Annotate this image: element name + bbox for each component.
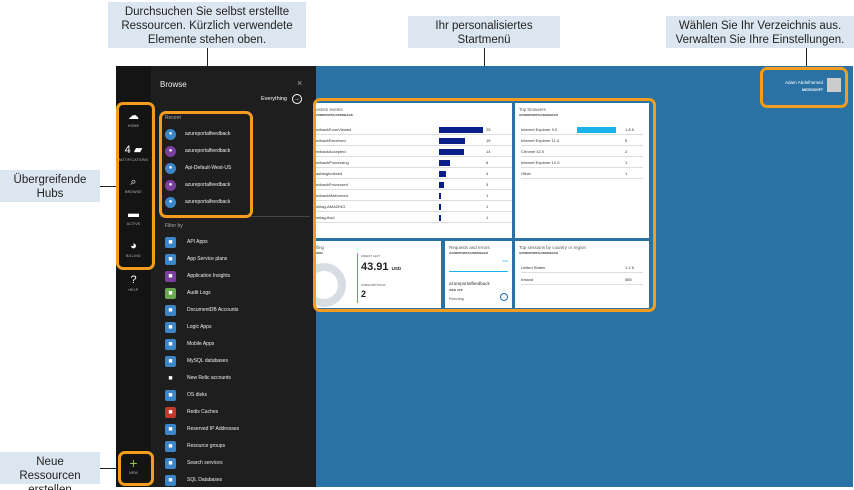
filter-item-label: Application Insights <box>187 273 231 279</box>
filter-item-label: Reserved IP Addresses <box>187 426 240 432</box>
mysql-icon: ■ <box>165 356 176 367</box>
filter-item[interactable]: ■ OS disks <box>165 388 305 404</box>
filter-item-label: Mobile Apps <box>187 341 215 347</box>
screenshot-stage: Durchsuchen Sie selbst erstellte Ressour… <box>0 0 854 490</box>
filter-item[interactable]: ■ Logic Apps <box>165 320 305 336</box>
highlight-startboard <box>313 98 656 312</box>
filter-item-label: Audit Logs <box>187 290 211 296</box>
resource-group-icon: ■ <box>165 441 176 452</box>
mobile-apps-icon: ■ <box>165 339 176 350</box>
filter-item-label: API Apps <box>187 239 208 245</box>
filter-item[interactable]: ■ API Apps <box>165 235 305 251</box>
filter-item-label: Resource groups <box>187 443 226 449</box>
hub-help[interactable]: ? HELP <box>116 274 151 292</box>
redis-icon: ■ <box>165 407 176 418</box>
callout-line-directory <box>806 48 807 68</box>
filter-item-label: New Relic accounts <box>187 375 231 381</box>
filter-item[interactable]: ■ Application Insights <box>165 269 305 285</box>
callout-directory: Wählen Sie Ihr Verzeichnis aus. Verwalte… <box>666 16 854 48</box>
filter-item[interactable]: ■ App Service plans <box>165 252 305 268</box>
app-service-plan-icon: ■ <box>165 254 176 265</box>
highlight-hubs <box>116 102 155 270</box>
filter-item[interactable]: ■ MySQL databases <box>165 354 305 370</box>
filter-item-label: Search services <box>187 460 223 466</box>
filter-item-label: Redis Caches <box>187 409 219 415</box>
documentdb-icon: ■ <box>165 305 176 316</box>
ip-address-icon: ■ <box>165 424 176 435</box>
filter-item[interactable]: ■ Reserved IP Addresses <box>165 422 305 438</box>
filter-item-label: MySQL databases <box>187 358 228 364</box>
logic-apps-icon: ■ <box>165 322 176 333</box>
filter-item[interactable]: ■ DocumentDB Accounts <box>165 303 305 319</box>
callout-global-hubs: Übergreifende Hubs <box>0 170 100 202</box>
audit-logs-icon: ■ <box>165 288 176 299</box>
callout-personal-startboard: Ihr personalisiertes Startmenü <box>408 16 560 48</box>
filter-item[interactable]: ■ Redis Caches <box>165 405 305 421</box>
highlight-new <box>118 451 154 486</box>
close-icon[interactable]: × <box>297 78 302 88</box>
filter-item[interactable]: ■ Resource groups <box>165 439 305 455</box>
filter-item[interactable]: ■ Search services <box>165 456 305 472</box>
filter-item[interactable]: ■ Audit Logs <box>165 286 305 302</box>
filter-item-label: App Service plans <box>187 256 228 262</box>
browse-title: Browse <box>160 80 187 89</box>
new-relic-icon: ■ <box>165 373 176 384</box>
hub-help-label: HELP <box>128 288 139 292</box>
filter-label: Filter by <box>165 223 183 229</box>
filter-item-label: DocumentDB Accounts <box>187 307 239 313</box>
filter-item-label: SQL Databases <box>187 477 223 483</box>
filter-item[interactable]: ■ New Relic accounts <box>165 371 305 387</box>
callout-line-hubs <box>100 186 116 187</box>
filter-item-label: OS disks <box>187 392 208 398</box>
help-icon: ? <box>130 274 137 286</box>
disk-icon: ■ <box>165 390 176 401</box>
arrow-right-icon[interactable]: → <box>292 94 302 104</box>
callout-browse-resources: Durchsuchen Sie selbst erstellte Ressour… <box>108 2 306 48</box>
filter-item[interactable]: ■ Mobile Apps <box>165 337 305 353</box>
filter-item[interactable]: ■ SQL Databases <box>165 473 305 487</box>
filter-item-label: Logic Apps <box>187 324 212 330</box>
everything-link[interactable]: Everything <box>261 96 287 102</box>
search-service-icon: ■ <box>165 458 176 469</box>
highlight-user <box>760 67 848 108</box>
sql-database-icon: ■ <box>165 475 176 486</box>
api-apps-icon: ■ <box>165 237 176 248</box>
highlight-recent <box>159 111 253 218</box>
callout-new-resources: Neue Ressourcen erstellen <box>0 452 100 490</box>
insights-icon: ■ <box>165 271 176 282</box>
